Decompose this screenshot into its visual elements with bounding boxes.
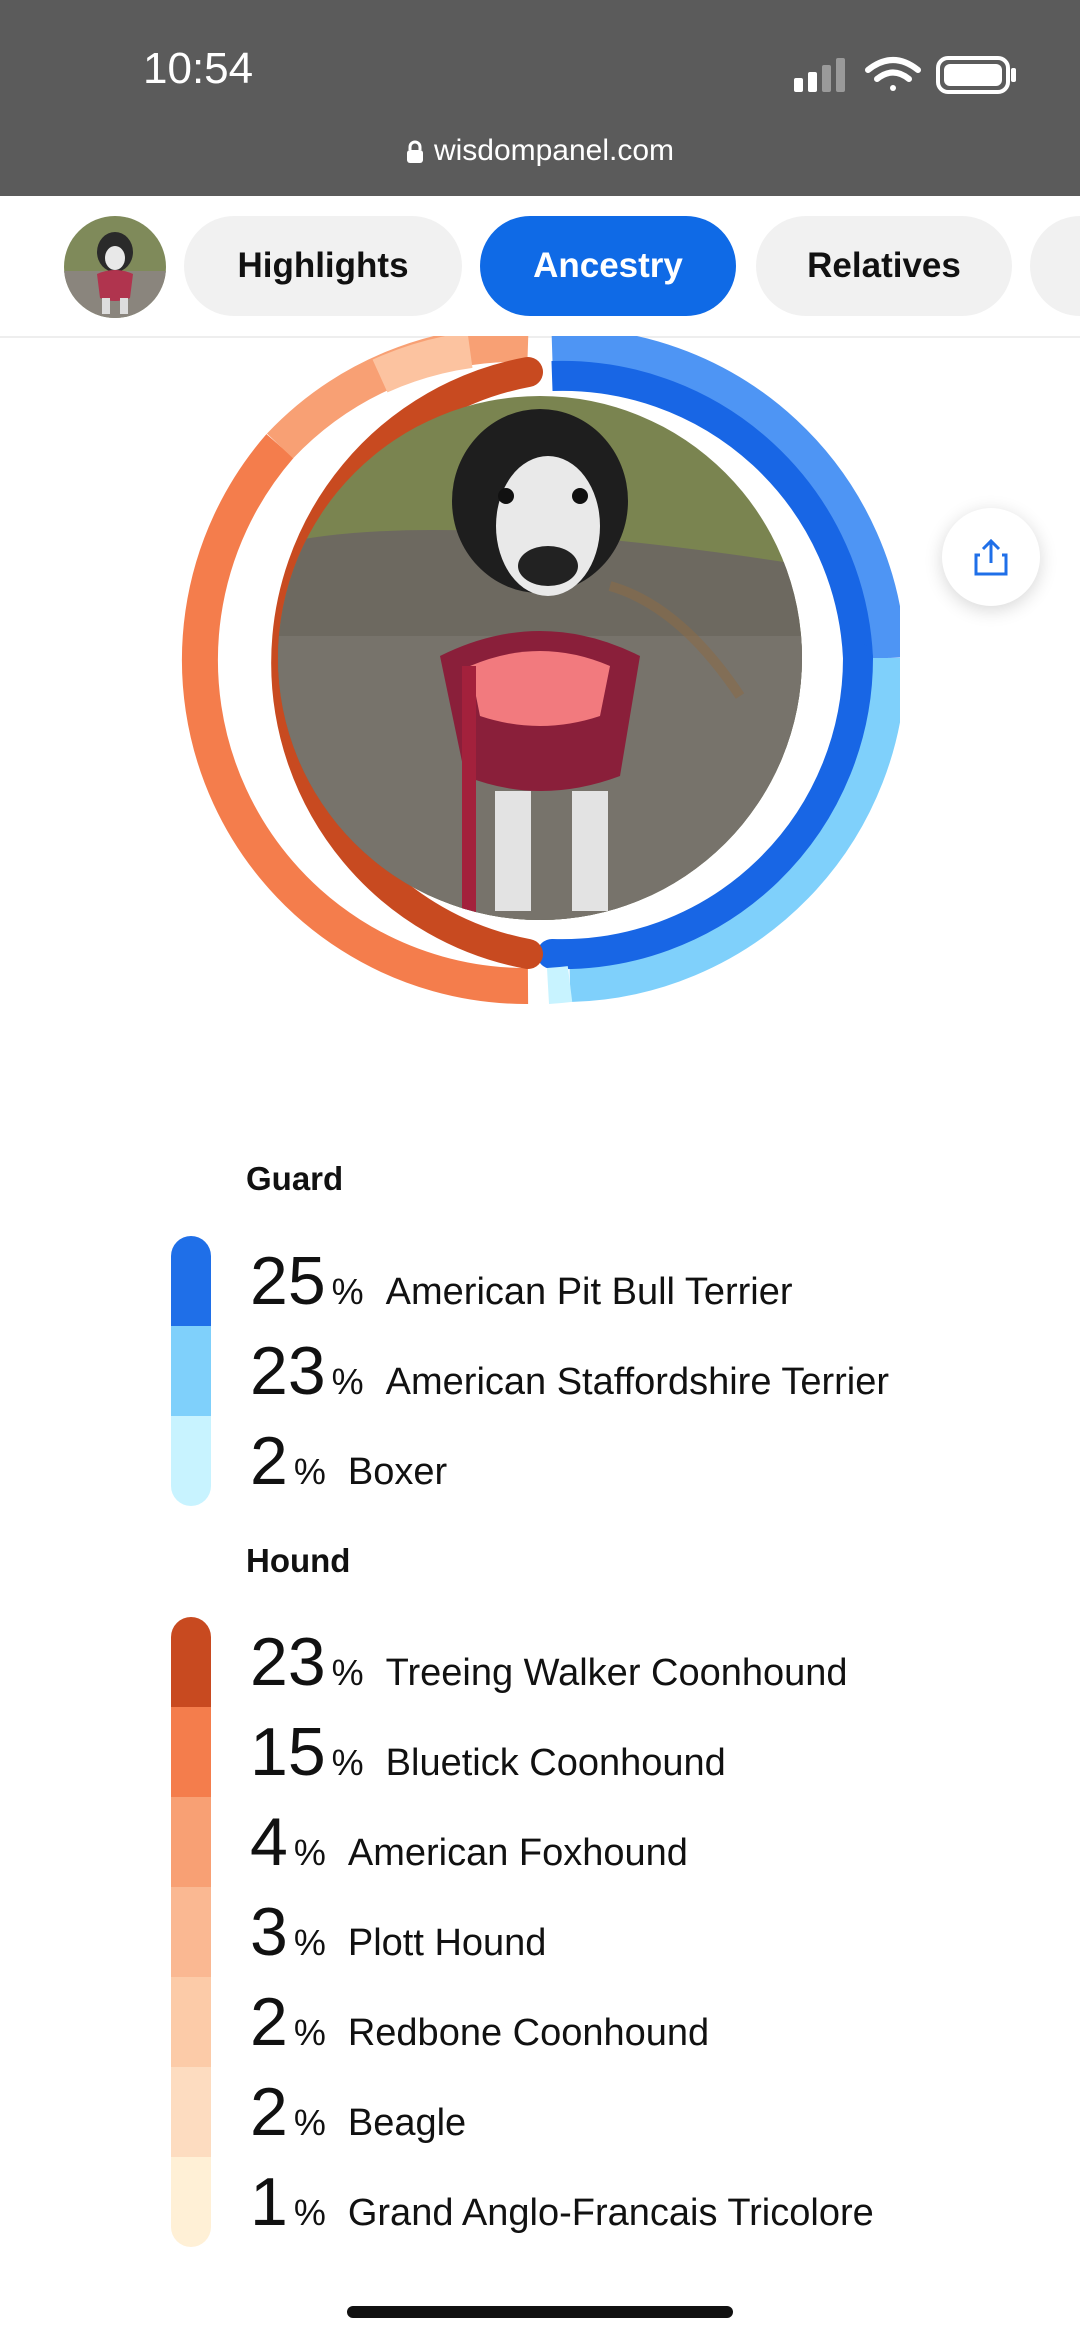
breed-row[interactable]: 1% Grand Anglo-Francais Tricolore (250, 2157, 874, 2247)
group-title-hound: Hound (246, 1542, 351, 1579)
tab-highlights[interactable]: Highlights (184, 216, 462, 316)
hound-bar-segment-plott (171, 1887, 211, 1977)
guard-color-bar (171, 1236, 211, 1506)
guard-bar-segment-staffordshire (171, 1326, 211, 1416)
ancestry-ring-chart (181, 336, 900, 1005)
percent-sign: % (331, 1361, 364, 1402)
breed-percent: 2 (250, 1984, 288, 2060)
percent-sign: % (331, 1652, 364, 1693)
percent-sign: % (331, 1271, 364, 1312)
breed-name: Treeing Walker Coonhound (385, 1652, 848, 1694)
breed-name: Plott Hound (347, 1922, 547, 1964)
tab-relatives-label: Relatives (807, 246, 961, 285)
percent-sign: % (293, 2012, 326, 2053)
breed-name: Bluetick Coonhound (385, 1742, 726, 1784)
breed-percent: 1 (250, 2164, 288, 2240)
status-icons (794, 56, 1016, 94)
percent-sign: % (293, 1922, 326, 1963)
ring-segment-boxer (546, 966, 573, 1004)
home-indicator[interactable] (347, 2306, 733, 2318)
breed-name: American Staffordshire Terrier (385, 1361, 890, 1403)
breed-percent: 23 (250, 1624, 326, 1700)
percent-sign: % (331, 1742, 364, 1783)
tab-ancestry[interactable]: Ancestry (480, 216, 736, 316)
breed-name: Redbone Coonhound (347, 2012, 710, 2054)
percent-sign: % (293, 2102, 326, 2143)
breed-percent: 2 (250, 2074, 288, 2150)
signal-icon (794, 58, 845, 92)
group-title-guard: Guard (246, 1160, 344, 1197)
breed-row[interactable]: 15% Bluetick Coonhound (250, 1707, 726, 1797)
battery-icon (936, 56, 1016, 94)
guard-bar-segment-pit-bull (171, 1236, 211, 1326)
wifi-icon (865, 57, 921, 91)
breed-percent: 15 (250, 1714, 326, 1790)
section-tabs: Highlights Ancestry Relatives (0, 196, 1080, 338)
breed-name: Beagle (347, 2102, 467, 2144)
hound-bar-segment-beagle (171, 2067, 211, 2157)
share-button[interactable] (942, 508, 1040, 606)
tab-ancestry-label: Ancestry (533, 246, 683, 285)
tab-highlights-label: Highlights (237, 246, 409, 285)
breed-percent: 25 (250, 1243, 326, 1319)
ring-segment-hound-outer-pale (372, 336, 473, 393)
breed-row[interactable]: 2% Boxer (250, 1416, 447, 1506)
lock-icon (406, 140, 423, 164)
browser-chrome: 10:54 wisdompanel.com (0, 0, 1080, 196)
breed-row[interactable]: 4% American Foxhound (250, 1797, 688, 1887)
hound-bar-segment-redbone (171, 1977, 211, 2067)
dog-avatar[interactable] (64, 216, 166, 318)
breed-percent: 3 (250, 1894, 288, 1970)
address-bar[interactable]: wisdompanel.com (0, 134, 1080, 168)
breed-name: American Foxhound (347, 1832, 688, 1874)
breed-percent: 4 (250, 1804, 288, 1880)
status-time: 10:54 (143, 44, 254, 93)
breed-name: Grand Anglo-Francais Tricolore (347, 2192, 874, 2234)
percent-sign: % (293, 1832, 326, 1873)
breed-name: Boxer (347, 1451, 448, 1493)
breed-percent: 2 (250, 1423, 288, 1499)
share-icon (974, 538, 1008, 576)
hound-bar-segment-bluetick (171, 1707, 211, 1797)
hound-bar-segment-walker (171, 1617, 211, 1707)
breed-row[interactable]: 3% Plott Hound (250, 1887, 546, 1977)
breed-name: American Pit Bull Terrier (385, 1271, 793, 1313)
percent-sign: % (293, 1451, 326, 1492)
breed-row[interactable]: 2% Redbone Coonhound (250, 1977, 709, 2067)
url-text: wisdompanel.com (433, 134, 675, 167)
hound-color-bar (171, 1617, 211, 2247)
breed-percent: 23 (250, 1333, 326, 1409)
breed-row[interactable]: 25% American Pit Bull Terrier (250, 1236, 793, 1326)
tab-more[interactable] (1030, 216, 1080, 316)
percent-sign: % (293, 2192, 326, 2233)
dog-avatar-image (64, 216, 166, 318)
breed-row[interactable]: 23% American Staffordshire Terrier (250, 1326, 889, 1416)
breed-row[interactable]: 23% Treeing Walker Coonhound (250, 1617, 848, 1707)
hound-bar-segment-tricolore (171, 2157, 211, 2247)
hound-bar-segment-foxhound (171, 1797, 211, 1887)
breed-row[interactable]: 2% Beagle (250, 2067, 466, 2157)
tab-relatives[interactable]: Relatives (756, 216, 1012, 316)
guard-bar-segment-boxer (171, 1416, 211, 1506)
